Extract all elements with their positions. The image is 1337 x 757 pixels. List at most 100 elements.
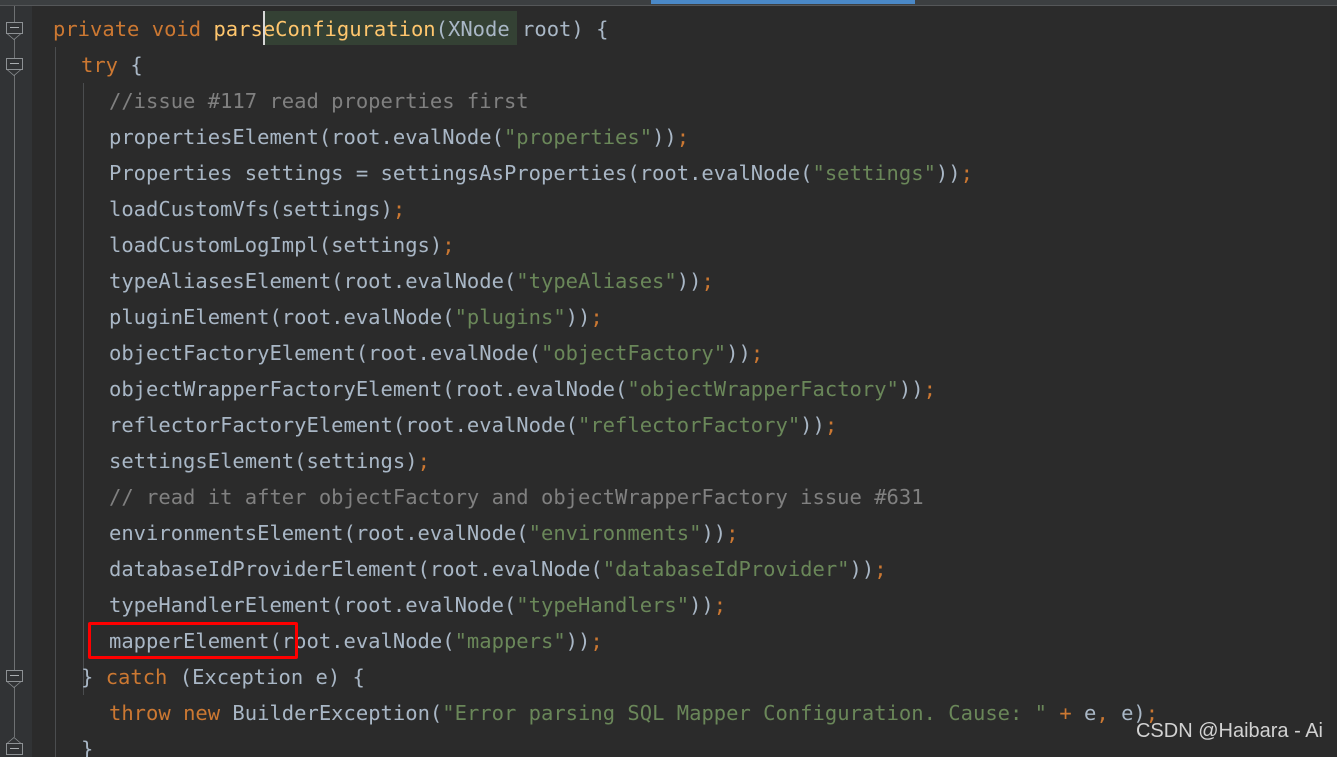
code-token: void — [151, 17, 202, 41]
code-token: ; — [923, 377, 936, 401]
code-line[interactable]: reflectorFactoryElement(root.evalNode("r… — [33, 407, 837, 443]
code-token: ; — [590, 629, 603, 653]
fold-connector-line — [14, 687, 15, 737]
code-line[interactable]: typeAliasesElement(root.evalNode("typeAl… — [33, 263, 714, 299]
fold-connector-line — [14, 75, 15, 670]
code-line[interactable]: Properties settings = settingsAsProperti… — [33, 155, 973, 191]
code-line[interactable]: } catch (Exception e) { — [33, 659, 365, 695]
code-token: )) — [849, 557, 875, 581]
code-token: // read it after objectFactory and objec… — [109, 485, 924, 509]
code-token: )) — [565, 629, 591, 653]
code-token: )) — [800, 413, 825, 437]
fold-marker-try-icon[interactable] — [6, 58, 23, 76]
code-line[interactable]: try { — [33, 47, 143, 83]
code-token: "reflectorFactory" — [578, 413, 801, 437]
code-token: ; — [713, 593, 727, 617]
code-token: ; — [726, 521, 739, 545]
code-token: ; — [442, 233, 455, 257]
code-token: )) — [898, 377, 924, 401]
code-token: BuilderException( — [220, 701, 443, 725]
code-token: try — [81, 53, 119, 77]
code-line[interactable]: //issue #117 read properties first — [33, 83, 529, 119]
code-token: )) — [935, 161, 961, 185]
code-token: "settings" — [812, 161, 936, 185]
code-token: (XNode root) { — [435, 17, 609, 41]
code-token: objectFactoryElement(root.evalNode( — [109, 341, 541, 365]
code-token: ; — [701, 269, 714, 293]
fold-marker-method-end-icon[interactable] — [6, 737, 23, 755]
code-token: "mappers" — [454, 629, 566, 653]
code-token: ; — [417, 449, 430, 473]
code-line[interactable]: } — [33, 731, 93, 757]
code-token: "Error parsing SQL Mapper Configuration.… — [442, 701, 1048, 725]
code-token: Properties settings = settingsAsProperti… — [109, 161, 813, 185]
active-tab-underline — [651, 0, 915, 4]
code-token: } — [81, 737, 94, 757]
code-token: typeHandlerElement(root.evalNode( — [109, 593, 517, 617]
code-token: new — [183, 701, 221, 725]
code-token: (Exception e) { — [167, 665, 365, 689]
code-line[interactable]: environmentsElement(root.evalNode("envir… — [33, 515, 738, 551]
code-line[interactable]: databaseIdProviderElement(root.evalNode(… — [33, 551, 887, 587]
code-token: private — [53, 17, 140, 41]
code-line[interactable]: loadCustomVfs(settings); — [33, 191, 405, 227]
fold-connector-line — [14, 39, 15, 58]
code-line[interactable]: settingsElement(settings); — [33, 443, 430, 479]
text-caret — [263, 11, 265, 45]
code-line[interactable]: objectWrapperFactoryElement(root.evalNod… — [33, 371, 936, 407]
code-line[interactable]: pluginElement(root.evalNode("plugins")); — [33, 299, 603, 335]
code-line[interactable]: private void parseConfiguration(XNode ro… — [33, 11, 608, 47]
fold-connector-line — [14, 6, 15, 22]
code-token: throw — [109, 701, 171, 725]
code-line[interactable]: throw new BuilderException("Error parsin… — [33, 695, 1158, 731]
code-line[interactable]: objectFactoryElement(root.evalNode("obje… — [33, 335, 763, 371]
code-token: ; — [750, 341, 764, 365]
code-token: environmentsElement(root.evalNode( — [109, 521, 529, 545]
watermark-text: CSDN @Haibara - Ai — [1135, 720, 1323, 742]
code-token: typeAliasesElement(root.evalNode( — [109, 269, 517, 293]
code-token: )) — [652, 125, 677, 149]
code-token: settingsElement(settings) — [109, 449, 418, 473]
code-token: "databaseIdProvider" — [602, 557, 850, 581]
code-token: databaseIdProviderElement(root.evalNode( — [109, 557, 603, 581]
code-token: "plugins" — [454, 305, 566, 329]
code-token: catch — [105, 665, 168, 689]
code-token: objectWrapperFactoryElement(root.evalNod… — [109, 377, 628, 401]
fold-marker-catch-icon[interactable] — [6, 670, 23, 688]
code-token: } — [81, 665, 106, 689]
code-token: ; — [590, 305, 603, 329]
editor-gutter[interactable] — [0, 6, 32, 757]
code-token: loadCustomVfs(settings) — [109, 197, 393, 221]
code-token: "typeHandlers" — [516, 593, 690, 617]
code-token: ; — [960, 161, 973, 185]
code-token: ; — [676, 125, 690, 149]
code-token: "objectFactory" — [540, 341, 727, 365]
code-token: )) — [676, 269, 702, 293]
code-token: )) — [689, 593, 714, 617]
code-token: pluginElement(root.evalNode( — [109, 305, 455, 329]
code-editor-window: private void parseConfiguration(XNode ro… — [0, 0, 1337, 757]
code-line[interactable]: // read it after objectFactory and objec… — [33, 479, 924, 515]
code-token: )) — [701, 521, 727, 545]
code-line[interactable]: typeHandlerElement(root.evalNode("typeHa… — [33, 587, 726, 623]
code-token: mapperElement(root.evalNode( — [109, 629, 455, 653]
code-line[interactable]: loadCustomLogImpl(settings); — [33, 227, 455, 263]
code-token: ; — [874, 557, 887, 581]
code-token: propertiesElement(root.evalNode( — [109, 125, 504, 149]
code-content-area[interactable]: private void parseConfiguration(XNode ro… — [33, 6, 1337, 757]
fold-marker-method-icon[interactable] — [6, 22, 23, 40]
code-token: "environments" — [528, 521, 702, 545]
code-token: )) — [726, 341, 751, 365]
code-token: loadCustomLogImpl(settings) — [109, 233, 443, 257]
code-token: ; — [392, 197, 406, 221]
code-token: "properties" — [503, 125, 653, 149]
code-line[interactable]: propertiesElement(root.evalNode("propert… — [33, 119, 689, 155]
code-token: { — [118, 53, 143, 77]
code-line[interactable]: mapperElement(root.evalNode("mappers")); — [33, 623, 603, 659]
code-token: parseConfiguration — [213, 17, 436, 41]
code-token: e — [1071, 701, 1097, 725]
code-token: reflectorFactoryElement(root.evalNode( — [109, 413, 578, 437]
